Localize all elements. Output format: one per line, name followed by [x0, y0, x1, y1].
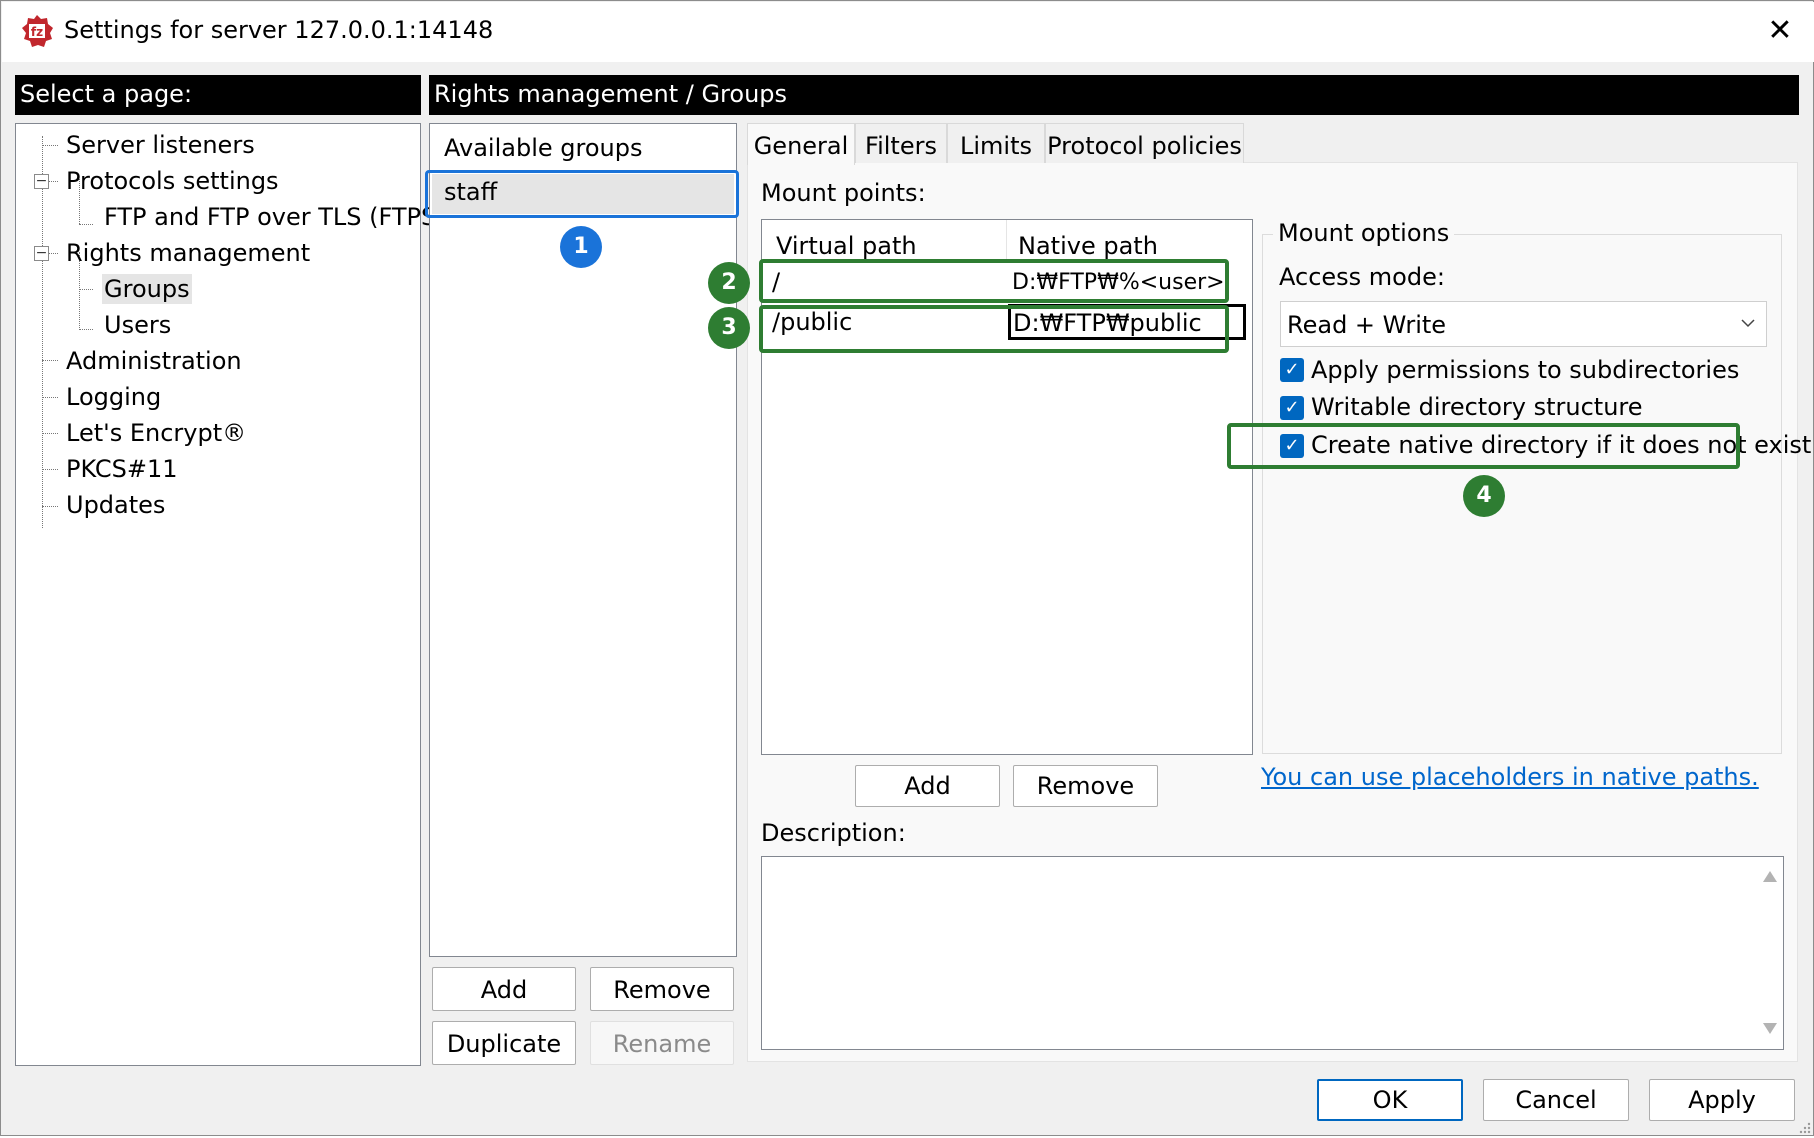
- tree-item-rights-management[interactable]: Rights management: [66, 238, 310, 268]
- apply-button[interactable]: Apply: [1649, 1079, 1795, 1121]
- highlight-box-2: [759, 259, 1229, 303]
- marker-3: 3: [708, 307, 750, 349]
- placeholders-link[interactable]: You can use placeholders in native paths…: [1261, 763, 1759, 791]
- tree-item-protocols-settings[interactable]: Protocols settings: [66, 166, 279, 196]
- tree-line: [42, 360, 58, 361]
- tree-line: [48, 253, 58, 254]
- tree-item-pkcs11[interactable]: PKCS#11: [66, 454, 178, 484]
- table-header: Virtual path Native path: [762, 220, 1252, 262]
- description-scrollbar[interactable]: [1757, 857, 1783, 1049]
- group-add-button[interactable]: Add: [432, 967, 576, 1011]
- resize-grip-icon[interactable]: [1797, 1119, 1811, 1134]
- tree-item-users[interactable]: Users: [104, 310, 171, 340]
- apply-permissions-checkbox[interactable]: ✓: [1280, 358, 1304, 382]
- tab-general[interactable]: General: [747, 123, 855, 165]
- tree-item-ftp-ftps[interactable]: FTP and FTP over TLS (FTPS): [104, 202, 446, 232]
- column-divider: [1006, 220, 1007, 262]
- page-title: Rights management / Groups: [429, 75, 1799, 115]
- groups-header: Available groups: [444, 134, 643, 162]
- access-mode-select[interactable]: Read + Write: [1280, 301, 1767, 347]
- svg-text:fz: fz: [31, 25, 43, 39]
- marker-1: 1: [560, 226, 602, 268]
- tree-line: [42, 469, 58, 470]
- highlight-box-1: [425, 170, 739, 218]
- mount-remove-button[interactable]: Remove: [1013, 765, 1158, 807]
- title-bar: fz Settings for server 127.0.0.1:14148 ✕: [2, 2, 1814, 62]
- scroll-up-icon[interactable]: [1763, 871, 1777, 882]
- page-tree: − − Server listeners Protocols settings …: [15, 123, 446, 1066]
- tab-protocol-policies[interactable]: Protocol policies: [1045, 123, 1244, 163]
- group-rename-button[interactable]: Rename: [590, 1021, 734, 1065]
- access-mode-label: Access mode:: [1279, 263, 1445, 291]
- marker-4: 4: [1463, 475, 1505, 517]
- description-label: Description:: [761, 819, 906, 847]
- close-icon[interactable]: ✕: [1765, 16, 1795, 46]
- select-page-header: Select a page:: [15, 75, 421, 115]
- marker-2: 2: [708, 262, 750, 304]
- tree-line: [42, 433, 58, 434]
- tree-line: [79, 329, 93, 330]
- scroll-down-icon[interactable]: [1763, 1023, 1777, 1034]
- tree-line: [48, 181, 58, 182]
- tab-filters[interactable]: Filters: [855, 123, 947, 163]
- group-remove-button[interactable]: Remove: [590, 967, 734, 1011]
- tree-line: [79, 289, 93, 290]
- group-duplicate-button[interactable]: Duplicate: [432, 1021, 576, 1065]
- apply-permissions-label: Apply permissions to subdirectories: [1311, 356, 1740, 384]
- description-textarea[interactable]: [761, 856, 1784, 1050]
- access-mode-value: Read + Write: [1287, 311, 1447, 339]
- mount-add-button[interactable]: Add: [855, 765, 1000, 807]
- ok-button[interactable]: OK: [1317, 1079, 1463, 1121]
- collapse-icon[interactable]: −: [34, 246, 49, 261]
- tree-line: [79, 224, 93, 225]
- window-title: Settings for server 127.0.0.1:14148: [64, 16, 494, 44]
- highlight-box-3: [759, 305, 1229, 353]
- tab-limits[interactable]: Limits: [947, 123, 1045, 163]
- chevron-down-icon: [1739, 314, 1757, 332]
- mount-points-label: Mount points:: [761, 179, 926, 207]
- writable-structure-checkbox[interactable]: ✓: [1280, 396, 1304, 420]
- collapse-icon[interactable]: −: [34, 174, 49, 189]
- tree-item-lets-encrypt[interactable]: Let's Encrypt®: [66, 418, 246, 448]
- tree-item-groups[interactable]: Groups: [102, 274, 192, 304]
- cancel-button[interactable]: Cancel: [1483, 1079, 1629, 1121]
- tree-item-updates[interactable]: Updates: [66, 490, 165, 520]
- tree-item-logging[interactable]: Logging: [66, 382, 161, 412]
- column-native-path[interactable]: Native path: [1018, 232, 1158, 260]
- tree-item-server-listeners[interactable]: Server listeners: [66, 130, 255, 160]
- tree-line: [42, 506, 58, 507]
- filezilla-server-icon: fz: [20, 14, 54, 48]
- column-virtual-path[interactable]: Virtual path: [776, 232, 917, 260]
- highlight-box-4: [1227, 423, 1740, 469]
- settings-window: fz Settings for server 127.0.0.1:14148 ✕…: [0, 0, 1814, 1136]
- mount-options-legend: Mount options: [1273, 219, 1455, 247]
- tree-item-administration[interactable]: Administration: [66, 346, 242, 376]
- writable-structure-label: Writable directory structure: [1311, 393, 1643, 421]
- tree-line: [42, 145, 58, 146]
- tree-line: [42, 397, 58, 398]
